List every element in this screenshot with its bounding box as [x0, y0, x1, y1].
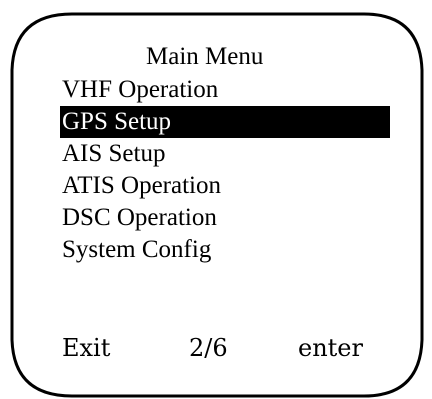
menu-item-ais-setup[interactable]: AIS Setup [60, 138, 390, 170]
menu-item-dsc-operation[interactable]: DSC Operation [60, 202, 390, 234]
exit-softkey[interactable]: Exit [62, 333, 110, 363]
menu-item-atis-operation[interactable]: ATIS Operation [60, 170, 390, 202]
menu-item-gps-setup[interactable]: GPS Setup [60, 106, 390, 138]
menu-item-vhf-operation[interactable]: VHF Operation [60, 74, 390, 106]
menu-list: VHF Operation GPS Setup AIS Setup ATIS O… [60, 74, 390, 266]
lcd-screen: Main Menu VHF Operation GPS Setup AIS Se… [0, 0, 432, 399]
page-indicator: 2/6 [189, 334, 228, 362]
menu-title: Main Menu [146, 43, 264, 70]
menu-item-system-config[interactable]: System Config [60, 234, 390, 266]
enter-softkey[interactable]: enter [298, 333, 363, 363]
